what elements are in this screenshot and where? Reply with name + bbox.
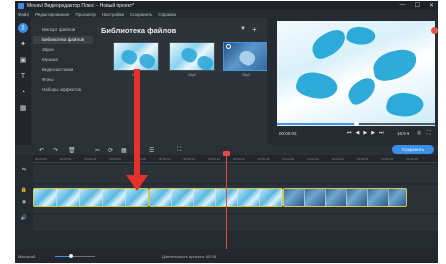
zoom-label: Масштаб: <box>18 254 37 259</box>
menu-edit[interactable]: Редактирование <box>35 12 69 17</box>
audio-track[interactable] <box>33 215 438 231</box>
ruler-tick: 00:00:00 <box>35 157 47 161</box>
menu-save[interactable]: Сохранить <box>130 12 152 17</box>
ruler-tick: 00:00:18 <box>257 157 270 161</box>
menu-settings[interactable]: Настройки <box>102 12 124 17</box>
properties-icon[interactable]: ☰ <box>149 147 154 154</box>
transitions-icon[interactable]: ◔ <box>18 87 28 97</box>
category-backgrounds[interactable]: Фоны <box>33 76 93 84</box>
rotate-icon[interactable]: ⟳ <box>108 147 113 154</box>
magic-wand-icon[interactable]: ✦ <box>18 39 28 49</box>
save-button[interactable]: Сохранить <box>392 145 434 154</box>
scrubber-fill <box>277 123 356 125</box>
category-intros[interactable]: Видеозаставки <box>33 66 93 74</box>
app-window: Movavi Видеоредактор Плюс – Новый проект… <box>15 1 438 263</box>
library-thumbnail-1[interactable] <box>113 42 159 71</box>
window-title: Movavi Видеоредактор Плюс – Новый проект… <box>27 2 135 9</box>
delete-icon[interactable]: 🗑 <box>68 147 76 154</box>
category-effect-packs[interactable]: Наборы эффектов <box>33 86 93 94</box>
close-button[interactable]: ✕ <box>429 2 434 9</box>
category-file-library[interactable]: Библиотека файлов <box>33 36 93 44</box>
skip-back-icon[interactable]: ⏮ <box>347 130 352 136</box>
crop-icon[interactable]: ▦ <box>121 147 127 154</box>
audio-track-mute-icon[interactable]: 🔊 <box>15 215 33 221</box>
filters-icon[interactable]: ▣ <box>18 55 28 65</box>
status-bar: Масштаб: Длительность проекта: 00:08 <box>15 249 438 263</box>
library-title: Библиотека файлов <box>101 26 177 35</box>
zoom-slider[interactable] <box>55 254 95 258</box>
file-library: Библиотека файлов ▼ + Clip1 Clip2 Clip3 <box>97 18 269 145</box>
overlay-track[interactable] <box>33 165 438 183</box>
add-icon[interactable]: + <box>252 25 257 34</box>
ruler-tick: 00:00:14 <box>208 157 220 161</box>
ruler-tick: 00:00:28 <box>381 157 394 161</box>
ruler-tick: 00:00:26 <box>356 157 369 161</box>
project-duration: Длительность проекта: 00:08 <box>162 254 216 259</box>
stickers-icon[interactable]: ▦ <box>18 103 28 113</box>
library-thumbnail-2[interactable] <box>169 42 215 71</box>
zoom-handle[interactable] <box>69 254 73 258</box>
category-import[interactable]: Импорт файлов <box>33 26 93 34</box>
scrubber-handle[interactable] <box>354 121 359 126</box>
category-panel: Импорт файлов Библиотека файлов Звуки Му… <box>31 18 97 145</box>
selected-check-icon <box>226 44 231 49</box>
step-forward-icon[interactable]: ▶ <box>371 130 375 136</box>
snapshot-icon[interactable]: ◎ <box>417 130 421 136</box>
undo-icon[interactable]: ↶ <box>39 147 44 154</box>
menu-bar: Файл Редактирование Просмотр Настройки С… <box>15 10 438 18</box>
playhead-handle[interactable] <box>223 151 230 156</box>
ruler-tick: 00:00:16 <box>233 157 245 161</box>
menu-view[interactable]: Просмотр <box>75 12 96 17</box>
timeline-clip-3[interactable] <box>283 188 407 207</box>
media-icon[interactable]: ⛶ <box>177 147 181 154</box>
ruler-tick: 00:00:06 <box>109 157 121 161</box>
ruler-tick: 00:00:30 <box>406 157 418 161</box>
preview-image <box>277 21 435 126</box>
title-bar: Movavi Видеоредактор Плюс – Новый проект… <box>15 1 438 10</box>
maximize-button[interactable]: ☐ <box>415 2 420 9</box>
ruler-tick: 00:00:24 <box>332 157 344 161</box>
timeline-clip-2[interactable] <box>149 188 283 207</box>
add-track-icon[interactable]: ⇆ <box>15 167 33 173</box>
preview-scrubber[interactable] <box>277 121 435 126</box>
aspect-ratio-select[interactable]: 16:9 ▾ <box>397 131 409 137</box>
thumbnail-label-3: Clip3 <box>242 73 250 77</box>
annotation-arrow-shaft <box>134 69 140 179</box>
app-logo-icon <box>18 2 24 9</box>
fullscreen-icon[interactable]: ⛶ <box>427 130 431 136</box>
ruler-tick: 00:00:04 <box>84 157 97 161</box>
ruler-tick: 00:00:02 <box>59 157 72 161</box>
category-music[interactable]: Музыка <box>33 56 93 64</box>
video-track-visibility-icon[interactable]: ◉ <box>15 199 33 205</box>
filter-icon[interactable]: ▼ <box>240 26 246 32</box>
library-thumbnail-3[interactable] <box>223 42 269 71</box>
titles-icon[interactable]: T <box>18 71 28 81</box>
timeline-ruler[interactable]: 00:00:0000:00:0200:00:0400:00:0600:00:08… <box>33 155 438 163</box>
video-track-lock-icon[interactable]: 🔒 <box>15 187 33 193</box>
preview-panel: 00:00:02. ⏮ ◀ ▶ ▶ ⏭ 16:9 ▾ ◎ ⛶ <box>267 18 438 145</box>
category-sounds[interactable]: Звуки <box>33 46 93 54</box>
timecode: 00:00:02. <box>279 131 298 136</box>
play-icon[interactable]: ▶ <box>363 130 367 136</box>
ruler-tick: 00:00:12 <box>183 157 196 161</box>
menu-file[interactable]: Файл <box>18 12 29 17</box>
video-track[interactable] <box>33 185 438 213</box>
cut-icon[interactable]: ✂ <box>95 147 100 154</box>
annotation-arrow-head <box>126 175 148 191</box>
ruler-tick: 00:00:10 <box>158 157 171 161</box>
tool-strip: ⇩ ✦ ▣ T ◔ ▦ <box>15 18 31 145</box>
import-icon[interactable]: ⇩ <box>18 23 28 33</box>
minimize-button[interactable]: — <box>400 2 406 9</box>
menu-help[interactable]: Справка <box>158 12 176 17</box>
step-back-icon[interactable]: ◀ <box>356 130 360 136</box>
transport-controls: ⏮ ◀ ▶ ▶ ⏭ <box>347 130 384 136</box>
skip-forward-icon[interactable]: ⏭ <box>379 130 384 136</box>
redo-icon[interactable]: ↷ <box>53 147 58 154</box>
ruler-tick: 00:00:22 <box>307 157 319 161</box>
ruler-tick: 00:00:20 <box>282 157 295 161</box>
thumbnail-label-2: Clip2 <box>188 73 196 77</box>
record-indicator-icon <box>431 27 438 34</box>
playhead[interactable] <box>226 151 227 249</box>
window-controls: — ☐ ✕ <box>400 2 434 9</box>
